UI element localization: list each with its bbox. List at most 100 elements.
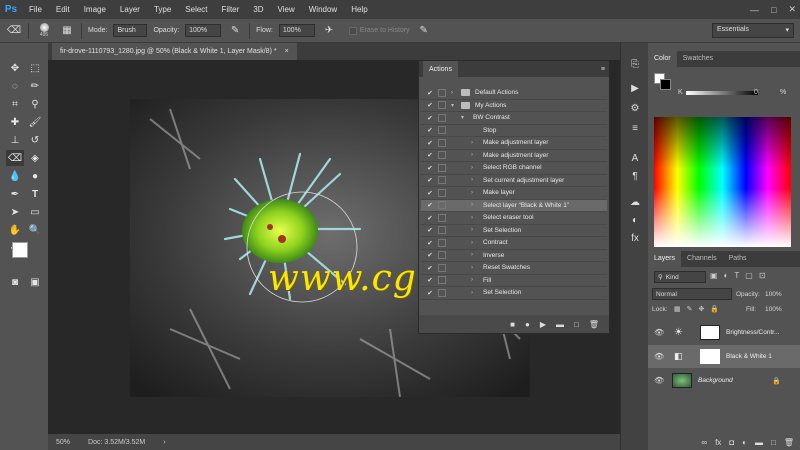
paragraph-panel-icon[interactable]: ¶ [627, 169, 643, 183]
pen-tool-icon[interactable]: ✒ [6, 186, 24, 202]
menu-3d[interactable]: 3D [246, 0, 270, 19]
toggle-check-icon[interactable]: ✔ [426, 289, 434, 297]
zoom-tool-icon[interactable]: 🔍 [26, 222, 44, 238]
actions-panel-icon[interactable]: ▶ [627, 81, 643, 95]
action-row[interactable]: ✔ › Contract [421, 237, 607, 250]
toggle-check-icon[interactable]: ✔ [426, 189, 434, 197]
visibility-eye-icon[interactable]: 👁 [654, 352, 664, 361]
chevron-right-icon[interactable]: › [471, 252, 473, 258]
dialog-toggle-box[interactable] [438, 263, 446, 272]
menu-type[interactable]: Type [147, 0, 178, 19]
lock-image-icon[interactable]: ✎ [687, 305, 693, 313]
maximize-button[interactable]: □ [771, 5, 776, 15]
type-filter-icon[interactable]: T [734, 271, 739, 283]
record-icon[interactable]: ● [525, 320, 530, 329]
toggle-check-icon[interactable]: ✔ [426, 101, 434, 109]
stop-recording-icon[interactable]: ■ [510, 320, 515, 329]
new-layer-icon[interactable]: □ [771, 438, 776, 447]
action-row[interactable]: ✔ › Make adjustment layer [421, 137, 607, 150]
layer-mask-thumbnail[interactable] [700, 349, 720, 364]
play-icon[interactable]: ▶ [540, 320, 546, 329]
action-row[interactable]: ✔ › Make adjustment layer [421, 150, 607, 162]
lasso-tool-icon[interactable]: ◌ [6, 78, 24, 94]
dialog-toggle-box[interactable] [438, 251, 446, 260]
foreground-color-swatch[interactable] [12, 242, 28, 258]
dialog-toggle-box[interactable] [438, 276, 446, 285]
visibility-eye-icon[interactable]: 👁 [654, 376, 664, 385]
slider-value[interactable]: 0 [754, 89, 758, 96]
dialog-toggle-box[interactable] [438, 138, 446, 147]
k-slider[interactable] [686, 91, 758, 95]
toggle-check-icon[interactable]: ✔ [426, 201, 434, 209]
dialog-toggle-box[interactable] [438, 288, 446, 297]
chevron-right-icon[interactable]: › [471, 227, 473, 233]
path-selection-tool-icon[interactable]: ➤ [6, 204, 24, 220]
color-background-swatch[interactable] [660, 79, 671, 90]
close-document-icon[interactable]: × [285, 48, 289, 55]
dialog-toggle-box[interactable] [438, 163, 446, 172]
hand-tool-icon[interactable]: ✋ [6, 222, 24, 238]
brush-tool-icon[interactable]: 🖌 [26, 114, 44, 130]
erase-to-history-checkbox[interactable]: Erase to History [348, 26, 410, 35]
fill-value[interactable]: 100% [765, 306, 782, 313]
minimize-button[interactable]: — [750, 5, 759, 15]
mode-select[interactable]: Brush [113, 24, 148, 37]
layer-name[interactable]: Background [698, 377, 733, 384]
blend-mode-select[interactable]: Normal [652, 288, 732, 300]
layer-row-background[interactable]: 👁 Background 🔒 [648, 369, 800, 392]
move-tool-icon[interactable]: ✥ [6, 60, 24, 76]
layer-mask-thumbnail[interactable] [700, 325, 720, 340]
adjustments-panel-icon[interactable]: ≡ [627, 121, 643, 135]
type-tool-icon[interactable]: T [26, 186, 44, 202]
chevron-right-icon[interactable]: › [471, 152, 473, 158]
pixel-filter-icon[interactable]: ▣ [710, 271, 718, 283]
zoom-level[interactable]: 50% [56, 439, 70, 446]
action-row[interactable]: ✔ › Set current adjustment layer [421, 175, 607, 187]
workspace-select[interactable]: Essentials ▾ [712, 23, 794, 38]
menu-image[interactable]: Image [77, 0, 113, 19]
delete-icon[interactable]: 🗑 [589, 320, 599, 329]
chevron-right-icon[interactable]: › [471, 140, 473, 146]
toggle-check-icon[interactable]: ✔ [426, 251, 434, 259]
menu-select[interactable]: Select [178, 0, 214, 19]
new-adjustment-icon[interactable]: ◐ [742, 438, 747, 447]
layer-style-icon[interactable]: fx [715, 438, 721, 447]
dialog-toggle-box[interactable] [438, 101, 446, 110]
layer-row-black-white[interactable]: 👁 ◧ Black & White 1 [648, 345, 800, 368]
tab-color[interactable]: Color [648, 51, 677, 67]
flow-field[interactable]: 100% [278, 24, 315, 37]
menu-help[interactable]: Help [344, 0, 374, 19]
smart-object-filter-icon[interactable]: ⊡ [759, 271, 766, 283]
info-panel-icon[interactable]: fx [627, 231, 643, 245]
history-panel-icon[interactable]: ⎘ [627, 57, 643, 71]
toggle-check-icon[interactable]: ✔ [426, 176, 434, 184]
brush-preset-picker[interactable]: 495 [35, 23, 53, 38]
action-row[interactable]: ✔ › Set Selection [421, 287, 607, 300]
eyedropper-tool-icon[interactable]: ⚲ [26, 96, 44, 112]
panel-menu-icon[interactable]: ≡ [601, 66, 605, 73]
menu-file[interactable]: File [22, 0, 49, 19]
eraser-tool-icon[interactable]: ⌫ [6, 150, 24, 166]
close-button[interactable]: ✕ [788, 4, 796, 15]
chevron-down-icon[interactable]: ▾ [461, 114, 464, 121]
action-row[interactable]: ✔ › Select eraser tool [421, 212, 607, 225]
action-row[interactable]: ✔ › Select RGB channel [421, 162, 607, 175]
toggle-check-icon[interactable]: ✔ [426, 114, 434, 122]
link-layers-icon[interactable]: ∞ [701, 438, 707, 447]
new-action-icon[interactable]: □ [574, 320, 579, 329]
toggle-check-icon[interactable]: ✔ [426, 214, 434, 222]
dialog-toggle-box[interactable] [438, 238, 446, 247]
tab-swatches[interactable]: Swatches [677, 51, 719, 67]
lock-all-icon[interactable]: 🔒 [710, 305, 719, 313]
add-mask-icon[interactable]: ◘ [729, 438, 734, 447]
chevron-right-icon[interactable]: › [471, 265, 473, 271]
tab-channels[interactable]: Channels [681, 251, 723, 267]
toggle-check-icon[interactable]: ✔ [426, 164, 434, 172]
action-row[interactable]: ✔ › Select layer “Black & White 1” [421, 199, 607, 212]
crop-tool-icon[interactable]: ⌗ [6, 96, 24, 112]
rectangle-tool-icon[interactable]: ▭ [26, 204, 44, 220]
toggle-check-icon[interactable]: ✔ [426, 89, 434, 97]
paint-bucket-tool-icon[interactable]: ◈ [26, 150, 44, 166]
character-panel-icon[interactable]: A [627, 151, 643, 165]
dialog-toggle-box[interactable] [438, 88, 446, 97]
